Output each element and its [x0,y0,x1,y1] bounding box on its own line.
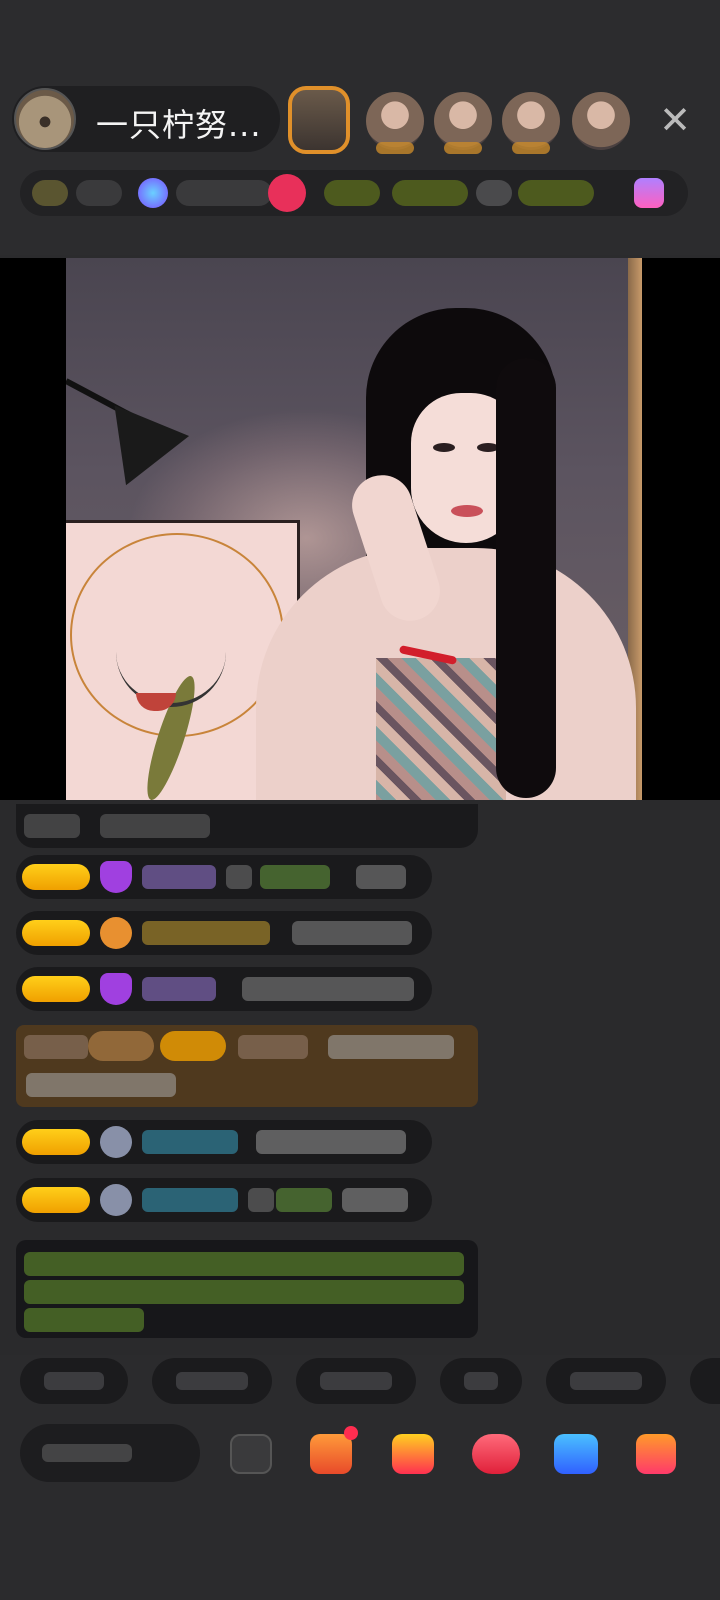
tag-chip[interactable] [392,180,468,206]
info-chip [76,180,122,206]
host-name[interactable]: 一只柠努... [96,100,262,146]
notification-dot [344,1426,358,1440]
top-viewer-avatar[interactable] [288,86,350,154]
highlight-message[interactable] [16,1025,478,1107]
heart-icon[interactable] [472,1434,520,1474]
system-notice [16,1240,478,1338]
chat-message[interactable] [16,967,432,1011]
level-badge [22,1129,90,1155]
quick-reply-chip[interactable] [440,1358,522,1404]
badge-icon[interactable] [138,178,168,208]
dress [376,658,506,800]
live-stream-video[interactable] [66,258,642,800]
top-viewer-avatar[interactable] [366,92,424,154]
gem-icon [100,861,132,893]
rank-icon[interactable] [32,180,68,206]
quick-reply-chip[interactable] [296,1358,416,1404]
top-viewer-avatar[interactable] [434,92,492,154]
quick-reply-chip[interactable] [546,1358,666,1404]
info-chip [176,180,272,206]
host-avatar[interactable] [14,88,76,150]
gem-icon [100,973,132,1005]
more-icon[interactable] [634,178,664,208]
chat-message[interactable] [16,1178,432,1222]
level-badge [22,1187,90,1213]
comment-input[interactable] [20,1424,200,1482]
tag-chip[interactable] [476,180,512,206]
user-avatar [100,1184,132,1216]
chat-message[interactable] [16,804,478,848]
tag-chip[interactable] [518,180,594,206]
live-header: 一只柠努... ✕ [0,0,720,255]
top-viewer-avatar[interactable] [572,92,630,150]
gift-box-icon[interactable] [310,1426,358,1474]
fan-badge-icon [100,917,132,949]
level-badge [22,864,90,890]
chat-message[interactable] [16,1120,432,1164]
level-badge [22,920,90,946]
host-info-pill[interactable]: 一只柠努... [12,86,280,152]
follow-button[interactable] [268,174,306,212]
quick-reply-row [0,1358,720,1408]
close-icon[interactable]: ✕ [655,100,695,140]
quick-reply-chip[interactable] [20,1358,128,1404]
level-badge [22,976,90,1002]
top-viewer-avatar[interactable] [502,92,560,154]
chat-message[interactable] [16,911,432,955]
live-video-area[interactable] [0,258,720,800]
gift-icon[interactable] [636,1434,676,1474]
streamer [256,298,642,800]
chat-message[interactable] [16,855,432,899]
game-icon[interactable] [554,1434,598,1474]
emoji-icon[interactable] [230,1434,272,1474]
quick-reply-chip[interactable] [690,1358,720,1404]
bottom-toolbar [0,1424,720,1484]
room-info-bar [20,170,688,216]
chat-list[interactable] [0,800,720,1355]
red-packet-icon[interactable] [392,1434,434,1474]
tag-chip[interactable] [324,180,380,206]
quick-reply-chip[interactable] [152,1358,272,1404]
user-avatar [100,1126,132,1158]
